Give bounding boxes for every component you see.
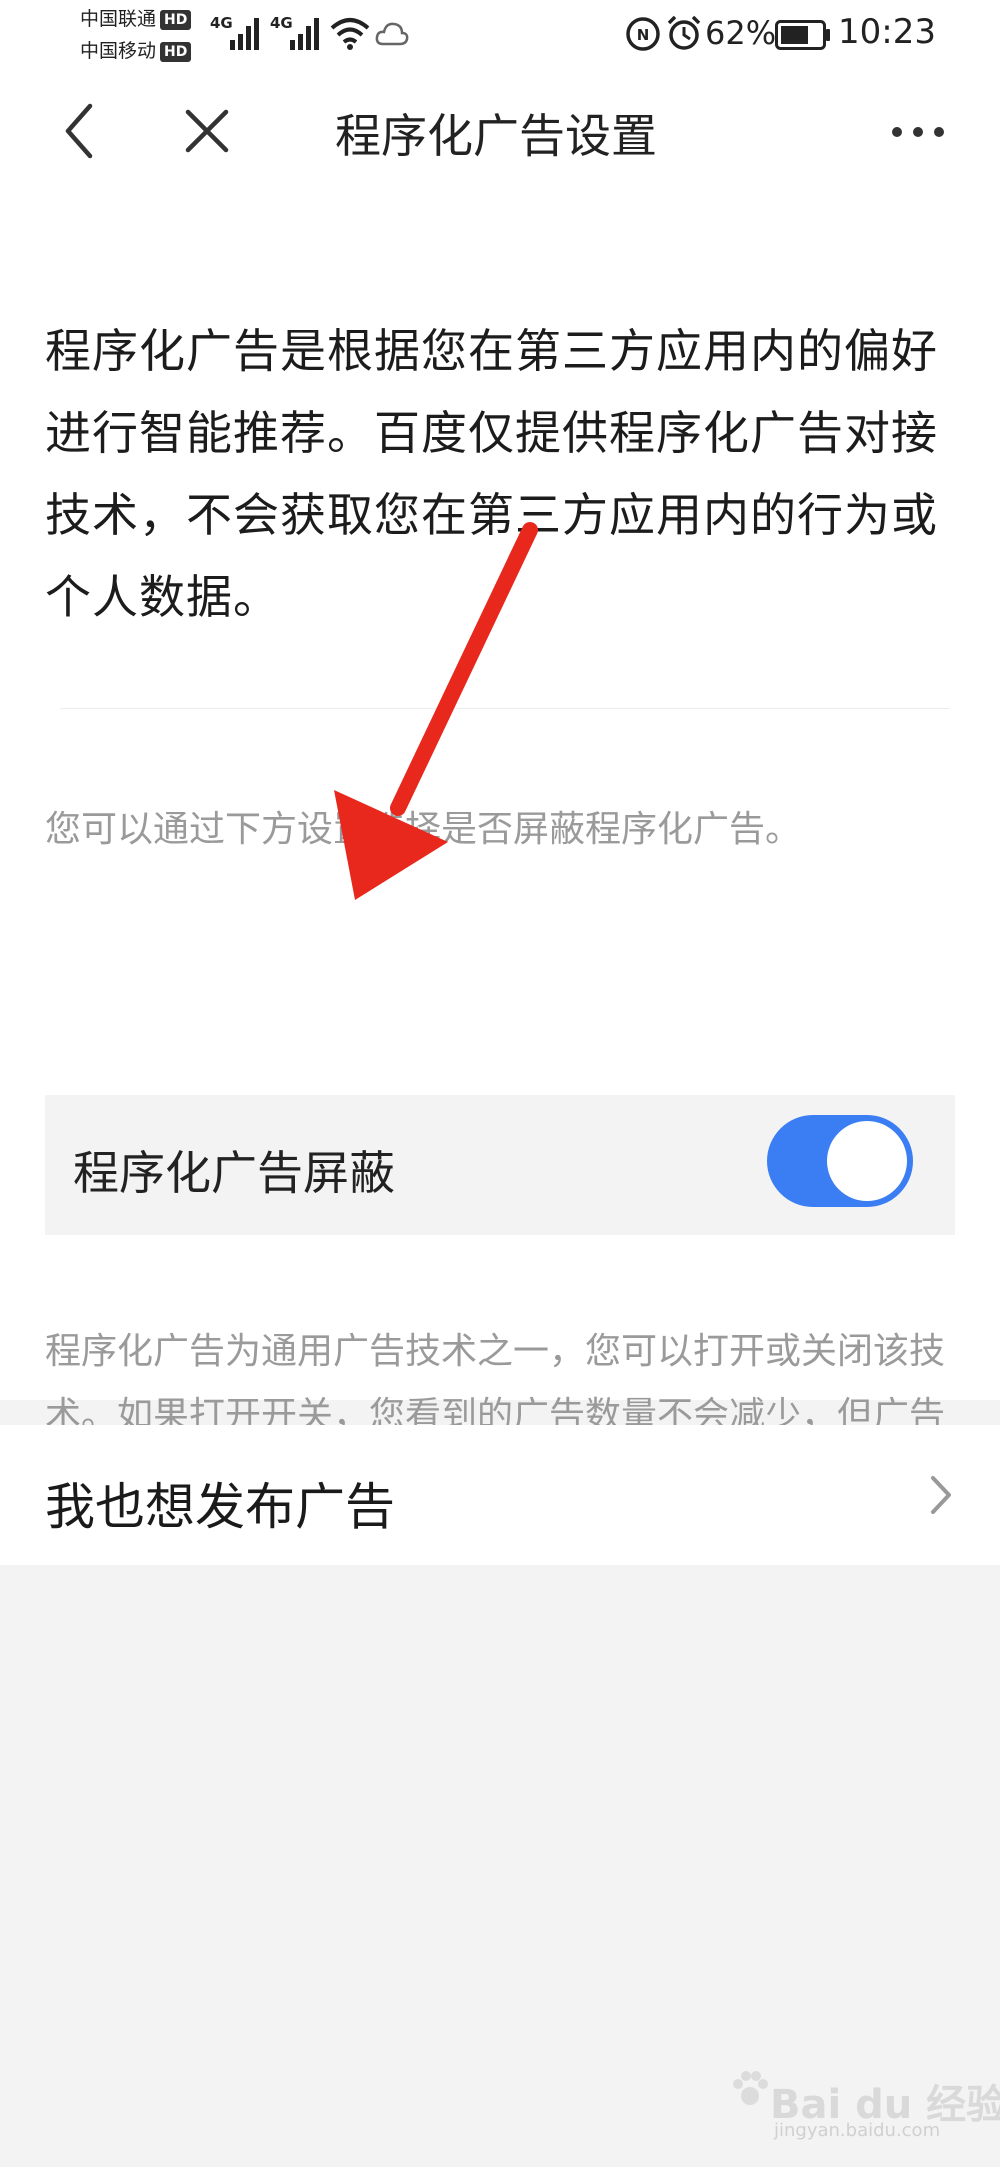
- nfc-icon: N: [626, 17, 660, 51]
- battery-percent: 62%: [705, 14, 777, 52]
- ad-block-toggle-row[interactable]: 程序化广告屏蔽: [45, 1095, 955, 1235]
- hint-text: 您可以通过下方设置选择是否屏蔽程序化广告。: [45, 809, 802, 850]
- nav-bar: 程序化广告设置: [0, 70, 1000, 190]
- clock: 10:23: [838, 12, 936, 52]
- back-icon[interactable]: [60, 100, 100, 162]
- publish-ad-row[interactable]: 我也想发布广告: [0, 1425, 1000, 1565]
- carrier-2: 中国移动 HD: [80, 36, 192, 63]
- hd-badge: HD: [160, 9, 192, 30]
- carrier-2-label: 中国移动: [80, 40, 157, 62]
- intro-text: 程序化广告是根据您在第三方应用内的偏好进行智能推荐。百度仅提供程序化广告对接技术…: [45, 324, 938, 624]
- svg-text:N: N: [637, 26, 650, 44]
- carrier-1: 中国联通 HD: [80, 4, 192, 31]
- signal-icon: [230, 18, 259, 50]
- status-bar: 中国联通 HD 中国移动 HD 4G 4G N 62% 10:23: [0, 0, 1000, 70]
- baidu-watermark: Bai du 经验 jingyan.baidu.com: [730, 2060, 1000, 2150]
- watermark-url: jingyan.baidu.com: [774, 2120, 941, 2141]
- chevron-right-icon: [931, 1476, 951, 1514]
- switch-knob: [827, 1121, 907, 1201]
- settings-content: 程序化广告是根据您在第三方应用内的偏好进行智能推荐。百度仅提供程序化广告对接技术…: [0, 190, 1000, 1500]
- signal-icon: [290, 18, 319, 50]
- carrier-1-label: 中国联通: [80, 8, 157, 30]
- close-icon[interactable]: [184, 108, 230, 154]
- ad-block-switch[interactable]: [767, 1115, 913, 1207]
- battery-icon: [775, 20, 830, 50]
- toggle-label: 程序化广告屏蔽: [73, 1146, 395, 1200]
- hd-badge: HD: [160, 41, 192, 62]
- more-icon[interactable]: [890, 125, 946, 139]
- paw-icon: [733, 2071, 768, 2105]
- cloud-icon: [375, 22, 409, 46]
- page-title: 程序化广告设置: [335, 109, 657, 163]
- divider: [60, 708, 950, 709]
- publish-ad-label: 我也想发布广告: [45, 1478, 395, 1536]
- alarm-icon: [667, 15, 701, 50]
- wifi-icon: [330, 18, 370, 50]
